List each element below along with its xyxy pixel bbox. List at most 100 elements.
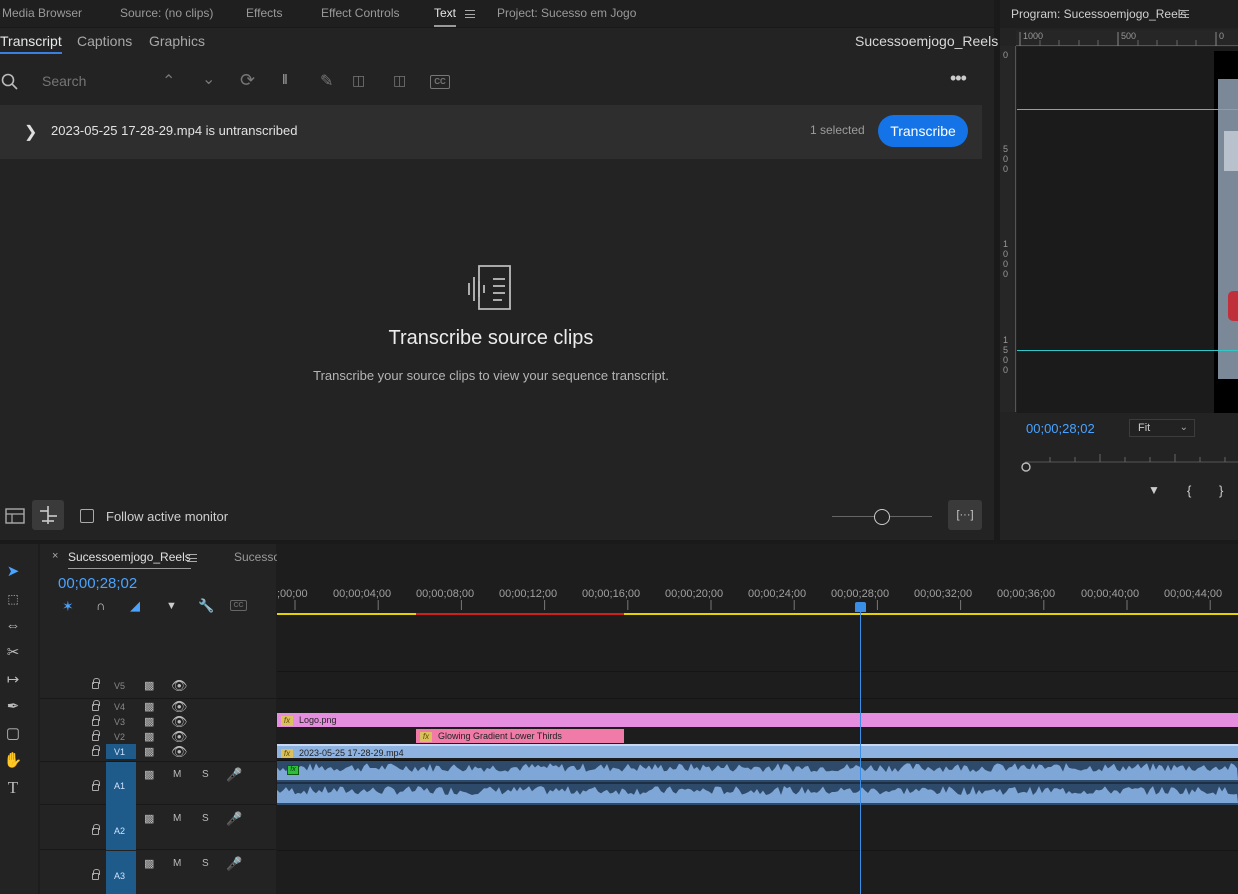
razor-tool-icon[interactable]: ✂ [2,642,24,664]
program-scrubber[interactable] [1020,448,1238,472]
tab-graphics[interactable]: Graphics [149,33,205,49]
tab-project[interactable]: Project: Sucesso em Jogo [497,6,636,20]
program-menu-icon[interactable] [1179,10,1189,18]
tab-captions[interactable]: Captions [77,33,132,49]
toggle-sync-icon[interactable]: ▩ [144,715,154,728]
search-input[interactable] [36,70,146,92]
wrench-icon[interactable]: 🔧 [198,598,214,614]
chevron-down-icon[interactable]: ⌄ [202,69,215,89]
eye-icon[interactable]: 👁 [171,714,188,730]
guide-line[interactable] [1017,350,1238,351]
tab-text[interactable]: Text [434,6,457,27]
program-title[interactable]: Program: Sucessoemjogo_Reels [1011,7,1186,21]
track-header-v4[interactable]: V4 ▩ 👁 [40,699,276,714]
mute-button[interactable]: M [173,813,181,824]
mute-button[interactable]: M [173,858,181,869]
pencil-icon[interactable]: ✎ [320,71,333,91]
microphone-icon[interactable]: 🎤 [226,856,242,872]
track-select-tool-icon[interactable]: ⬚ [2,588,24,610]
lock-icon[interactable] [92,869,100,880]
mute-button[interactable]: M [173,769,181,780]
eye-icon[interactable]: 👁 [171,729,188,745]
tab-effects[interactable]: Effects [246,6,282,20]
expand-transcript-button[interactable]: [···] [948,500,982,530]
mark-out-icon[interactable]: } [1219,483,1223,498]
snap-magnet-icon[interactable]: ∩ [96,598,105,613]
refresh-icon[interactable]: ⟳ [240,70,255,91]
microphone-icon[interactable]: 🎤 [226,767,242,783]
nest-toggle-icon[interactable]: ✶ [62,598,74,615]
track-header-a1[interactable]: A1 ▩ M S 🎤 [40,761,276,806]
guide-line[interactable] [1017,109,1238,110]
solo-button[interactable]: S [202,858,209,869]
chevron-up-icon[interactable]: ⌃ [162,71,175,91]
eye-icon[interactable]: 👁 [171,678,188,694]
track-header-a3[interactable]: A3 ▩ M S 🎤 [40,851,276,894]
pen-tool-icon[interactable]: ✒ [2,696,24,718]
lock-icon[interactable] [92,730,100,741]
tab-source[interactable]: Source: (no clips) [120,6,213,20]
zoom-select[interactable]: Fit ⌄ [1129,419,1195,437]
playhead-line[interactable] [860,604,861,894]
captions-icon[interactable]: CC [430,75,450,89]
toggle-sync-icon[interactable]: ▩ [144,812,154,825]
add-marker-icon[interactable]: ▼ [166,600,177,612]
export-transcript-icon[interactable] [5,506,27,526]
solo-button[interactable]: S [202,813,209,824]
lock-icon[interactable] [92,745,100,756]
program-viewer[interactable] [1017,47,1238,413]
microphone-icon[interactable]: 🎤 [226,811,242,827]
lock-icon[interactable] [92,780,100,791]
type-tool-icon[interactable]: T [2,777,24,799]
tab-sequence-reels[interactable]: Sucessoemjogo_Reels [68,550,191,569]
lock-icon[interactable] [92,700,100,711]
lock-icon[interactable] [92,715,100,726]
transcribe-button[interactable]: Transcribe [878,115,968,147]
clip-lower-thirds[interactable]: fx Glowing Gradient Lower Thirds [416,729,624,743]
tab-effect-controls[interactable]: Effect Controls [321,6,399,20]
clip-audio-a1[interactable]: fx [277,761,1238,805]
selection-tool-icon[interactable]: ➤ [2,561,24,583]
add-marker-icon[interactable]: ▼ [1148,483,1160,497]
ripple-edit-tool-icon[interactable]: ⇔ [2,615,24,637]
speaker-icon[interactable]: ◫ [393,72,406,89]
zoom-slider-handle[interactable] [874,509,890,525]
timeline-timecode[interactable]: 00;00;28;02 [58,575,137,592]
merge-icon[interactable]: ◫ [352,72,365,89]
program-timecode[interactable]: 00;00;28;02 [1026,421,1095,436]
captions-track-icon[interactable]: CC [230,600,247,611]
toggle-sync-icon[interactable]: ▩ [144,745,154,758]
split-icon[interactable]: ‖ [282,71,288,87]
eye-icon[interactable]: 👁 [171,699,188,715]
toggle-sync-icon[interactable]: ▩ [144,730,154,743]
mark-in-icon[interactable]: { [1187,483,1191,498]
timeline-menu-icon[interactable] [187,554,197,562]
toggle-sync-icon[interactable]: ▩ [144,700,154,713]
slip-tool-icon[interactable]: ↦ [2,669,24,691]
expand-chevron-icon[interactable]: ❯ [24,122,37,142]
timeline-tracks[interactable]: ;00;00 00;00;04;00 00;00;08;00 00;00;12;… [277,544,1238,894]
toggle-sync-icon[interactable]: ▩ [144,857,154,870]
hand-tool-icon[interactable]: ✋ [2,750,24,772]
close-sequence-icon[interactable]: × [52,550,58,562]
track-header-v3[interactable]: V3 ▩ 👁 [40,714,276,729]
follow-monitor-checkbox[interactable] [80,509,94,523]
toggle-sync-icon[interactable]: ▩ [144,768,154,781]
more-options-icon[interactable]: ••• [950,68,967,89]
eye-icon[interactable]: 👁 [171,744,188,760]
rectangle-tool-icon[interactable]: ▢ [2,723,24,745]
clip-video[interactable]: fx 2023-05-25 17-28-29.mp4 [277,744,1238,758]
track-header-v5[interactable]: V5 ▩ 👁 [40,672,276,699]
linked-selection-icon[interactable]: ◢ [130,598,140,614]
track-header-v1[interactable]: V1 ▩ 👁 [40,744,276,759]
tab-media-browser[interactable]: Media Browser [2,6,82,20]
toggle-sync-icon[interactable]: ▩ [144,679,154,692]
playhead-handle[interactable] [855,602,866,612]
align-icon[interactable] [32,500,64,530]
track-header-v2[interactable]: V2 ▩ 👁 [40,729,276,744]
text-panel-menu-icon[interactable] [465,10,475,18]
tab-transcript[interactable]: Transcript [0,33,62,54]
track-header-a2[interactable]: A2 ▩ M S 🎤 [40,806,276,850]
lock-icon[interactable] [92,824,100,835]
clip-logo[interactable]: fx Logo.png [277,713,1238,727]
